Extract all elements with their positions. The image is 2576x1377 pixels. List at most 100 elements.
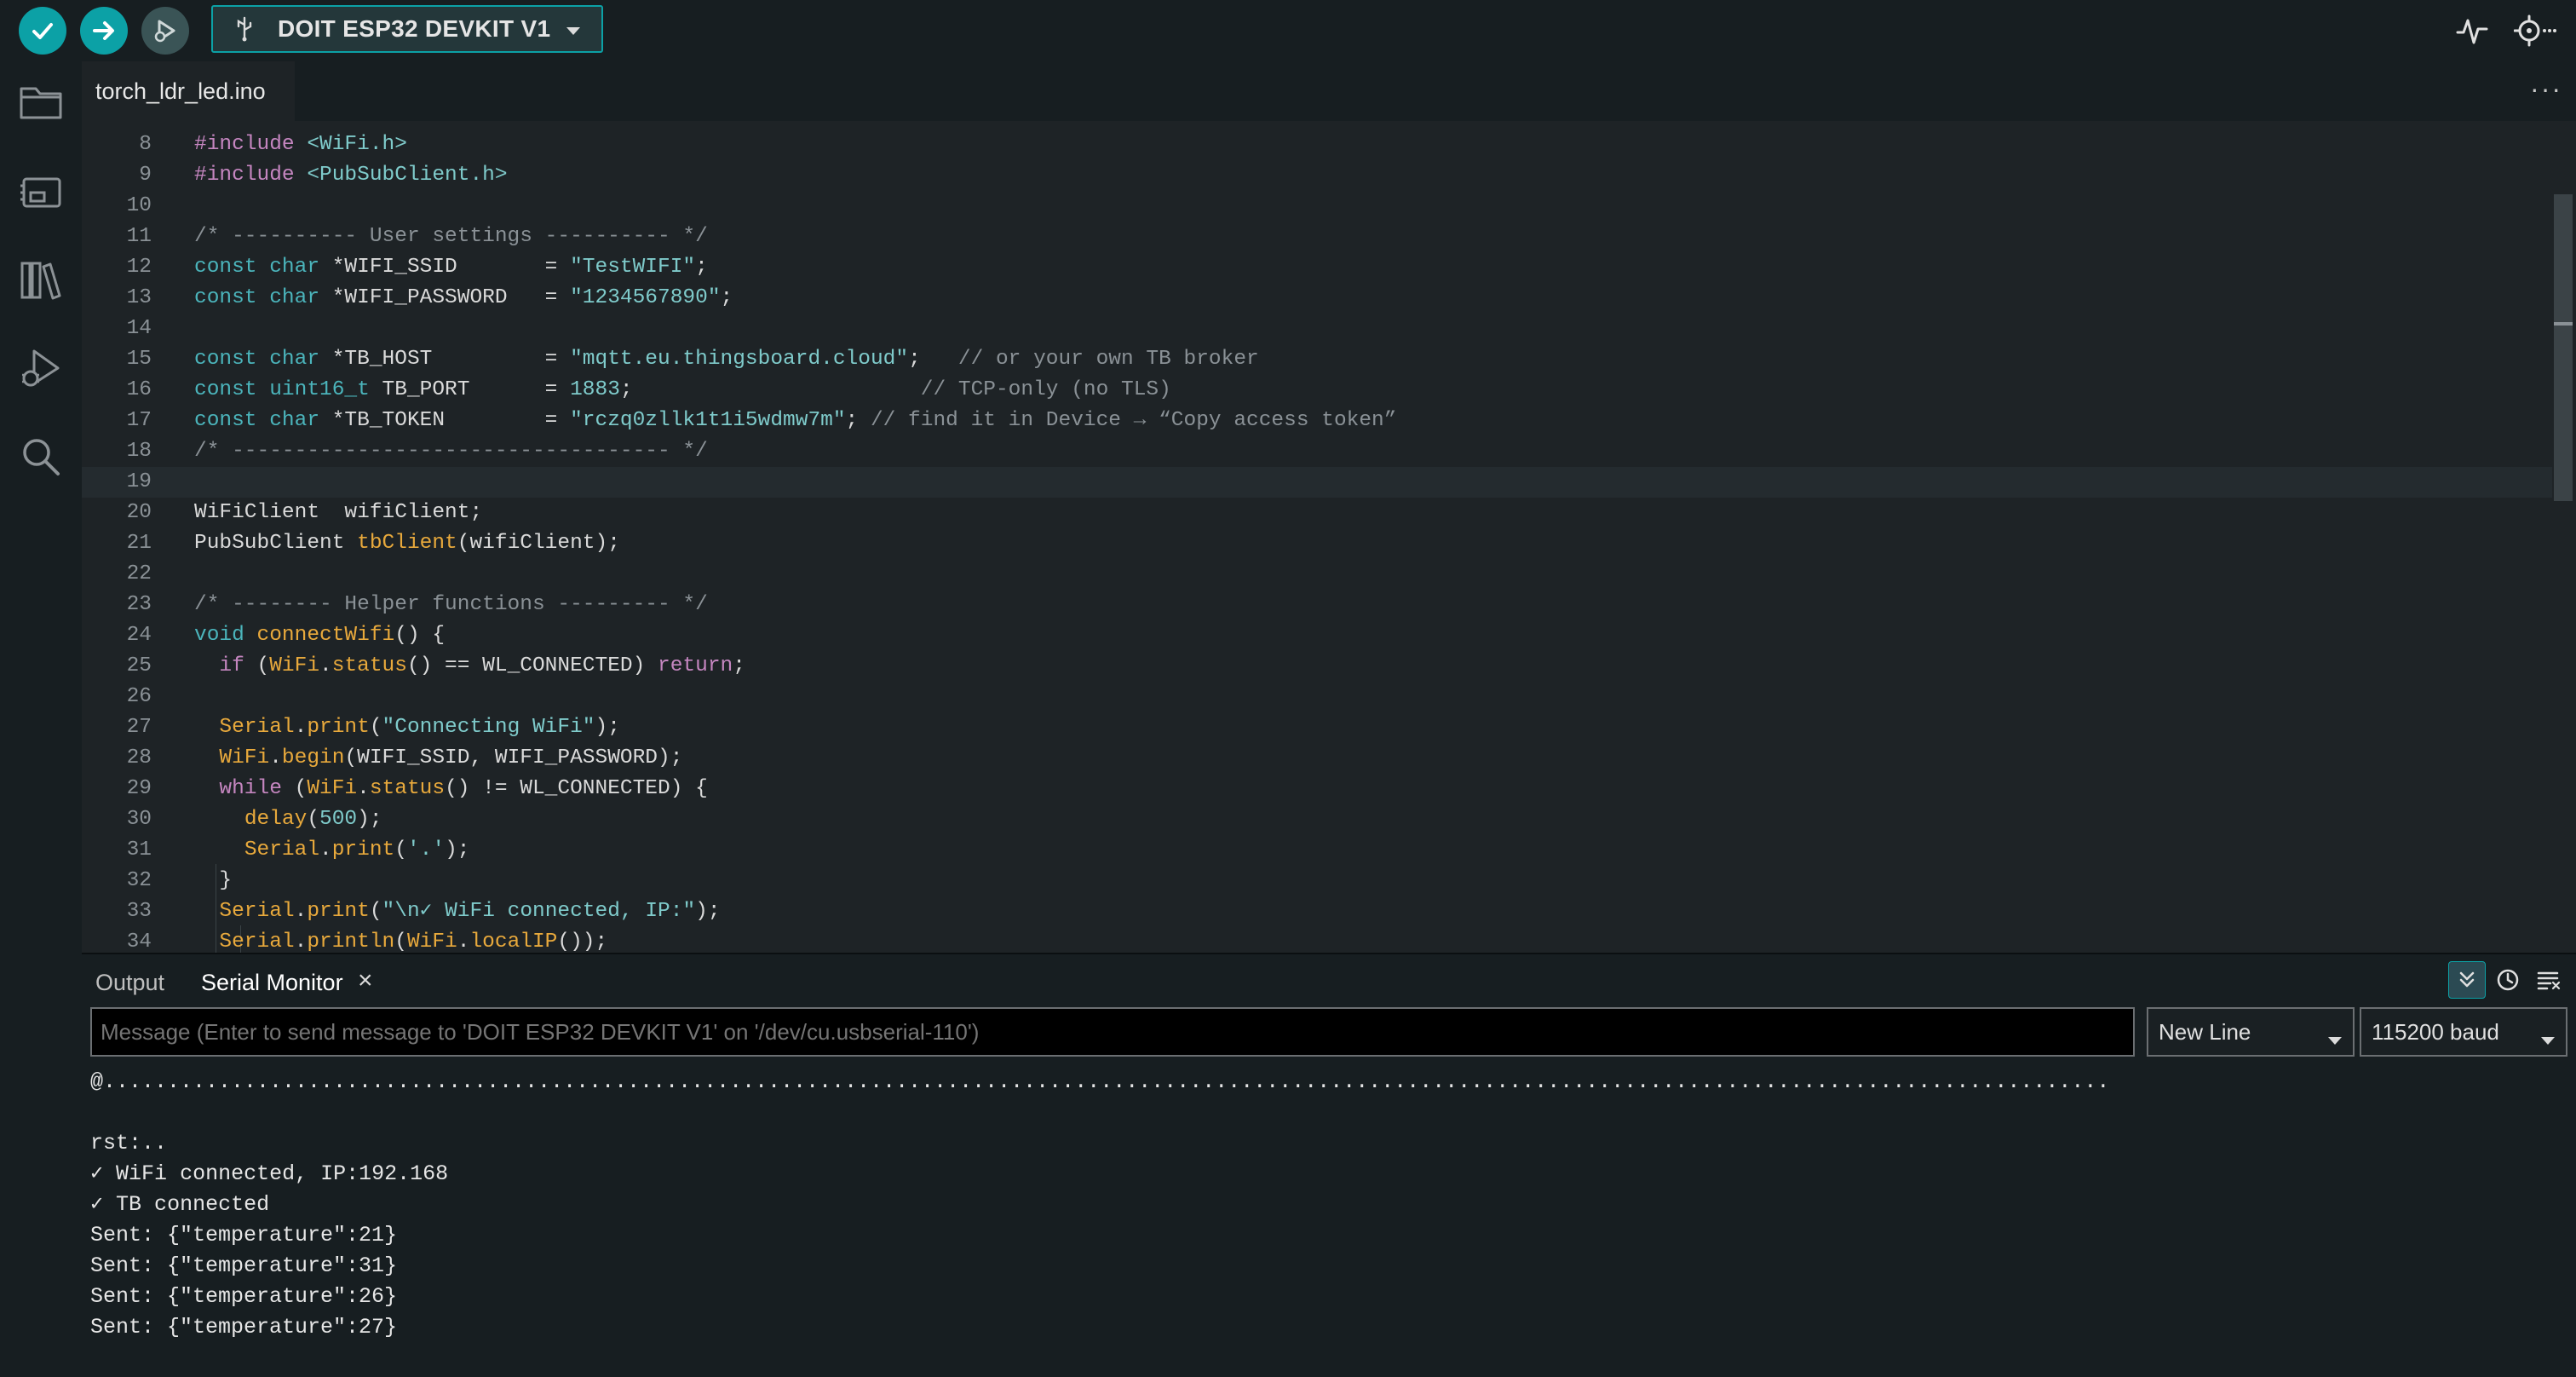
code-editor[interactable]: 8 #include <WiFi.h> 9 #include <PubSubClien… — [82, 121, 2576, 953]
code-text: Serial.print("Connecting WiFi"); — [219, 716, 620, 739]
code-text: Serial.print("\n✓ WiFi connected, IP:"); — [219, 900, 721, 923]
code-line[interactable]: 29 while (WiFi.status() != WL_CONNECTED)… — [82, 774, 2552, 804]
line-number: 25 — [126, 654, 152, 677]
code-text: const char *TB_HOST = "mqtt.eu.thingsboa… — [194, 348, 1259, 371]
line-number: 9 — [139, 164, 152, 187]
activity-bar — [0, 61, 82, 1377]
code-line[interactable]: 20 WiFiClient wifiClient; — [82, 498, 2552, 528]
autoscroll-button[interactable] — [2448, 961, 2486, 999]
code-line[interactable]: 27 Serial.print("Connecting WiFi"); — [82, 712, 2552, 743]
code-line[interactable]: 32 } — [82, 866, 2552, 896]
code-line[interactable]: 33 Serial.print("\n✓ WiFi connected, IP:… — [82, 896, 2552, 927]
line-number: 27 — [126, 716, 152, 739]
code-line[interactable]: 15 const char *TB_HOST = "mqtt.eu.thingsb… — [82, 344, 2552, 375]
tab-serial-monitor[interactable]: Serial Monitor — [201, 970, 343, 996]
search-button[interactable] — [17, 433, 65, 481]
code-line[interactable]: 34 Serial.println(WiFi.localIP()); — [82, 927, 2552, 953]
code-line[interactable]: 17 const char *TB_TOKEN = "rczq0zllk1t1i5… — [82, 406, 2552, 436]
serial-output: @.......................................… — [90, 1067, 2569, 1374]
code-text: Serial.print('.'); — [244, 838, 470, 861]
line-ending-select[interactable]: New Line — [2147, 1007, 2355, 1057]
serial-line: ✓ WiFi connected, IP:192.168 — [90, 1161, 449, 1186]
code-text: PubSubClient tbClient(wifiClient); — [194, 532, 620, 555]
boards-manager-button[interactable] — [17, 169, 65, 216]
verify-button[interactable] — [19, 7, 66, 55]
code-line[interactable]: 24 void connectWifi() { — [82, 620, 2552, 651]
library-manager-button[interactable] — [17, 256, 65, 303]
upload-icon — [93, 21, 114, 40]
line-number: 12 — [126, 256, 152, 279]
code-text: } — [194, 869, 233, 892]
line-number: 34 — [126, 930, 152, 953]
code-line[interactable]: 26 — [82, 682, 2552, 712]
library-icon — [20, 262, 61, 300]
debug-icon — [22, 349, 60, 387]
code-line[interactable]: 21 PubSubClient tbClient(wifiClient); — [82, 528, 2552, 559]
double-chevron-down-icon — [2459, 971, 2475, 988]
code-line[interactable]: 31 Serial.print('.'); — [82, 835, 2552, 866]
code-text: delay(500); — [244, 808, 382, 831]
code-line[interactable]: 23 /* -------- Helper functions ---------… — [82, 590, 2552, 620]
clear-output-button[interactable] — [2530, 961, 2567, 999]
code-line[interactable]: 30 delay(500); — [82, 804, 2552, 835]
code-text: while (WiFi.status() != WL_CONNECTED) { — [219, 777, 708, 800]
code-text: void connectWifi() { — [194, 624, 446, 647]
line-number: 16 — [126, 378, 152, 401]
scrollbar-thumb[interactable] — [2554, 194, 2573, 501]
line-number: 31 — [126, 838, 152, 861]
code-line[interactable]: 10 — [82, 191, 2552, 222]
baud-rate-value: 115200 baud — [2372, 1018, 2499, 1045]
serial-message-input[interactable] — [90, 1007, 2135, 1057]
code-line[interactable]: 25 if (WiFi.status() == WL_CONNECTED) re… — [82, 651, 2552, 682]
code-line[interactable]: 14 — [82, 314, 2552, 344]
line-number: 21 — [126, 532, 152, 555]
line-number: 20 — [126, 501, 152, 524]
code-text: WiFi.begin(WIFI_SSID, WIFI_PASSWORD); — [219, 746, 683, 769]
sketchbook-button[interactable] — [17, 78, 65, 126]
baud-rate-select[interactable]: 115200 baud — [2360, 1007, 2567, 1057]
serial-line: ✓ TB connected — [90, 1192, 270, 1217]
code-text: Serial.println(WiFi.localIP()); — [219, 930, 608, 953]
tab-output[interactable]: Output — [95, 970, 164, 996]
line-ending-value: New Line — [2159, 1018, 2251, 1045]
code-line[interactable]: 18 /* -----------------------------------… — [82, 436, 2552, 467]
tab-torch-ldr-led[interactable]: torch_ldr_led.ino — [82, 61, 295, 121]
search-icon — [23, 439, 60, 475]
clock-icon — [2497, 969, 2519, 991]
line-number: 23 — [126, 593, 152, 616]
line-number: 15 — [126, 348, 152, 371]
editor-scrollbar[interactable] — [2552, 121, 2576, 953]
serial-plotter-button[interactable] — [2453, 12, 2491, 49]
serial-line: rst:.. — [90, 1131, 168, 1155]
line-number: 17 — [126, 409, 152, 432]
tab-label: torch_ldr_led.ino — [95, 78, 266, 104]
more-options-icon[interactable]: ··· — [2530, 73, 2562, 105]
code-line[interactable]: 12 const char *WIFI_SSID = "TestWIFI"; — [82, 252, 2552, 283]
serial-line: Sent: {"temperature":21} — [90, 1223, 398, 1247]
debug-button[interactable] — [141, 7, 189, 55]
code-line[interactable]: 8 #include <WiFi.h> — [82, 130, 2552, 160]
code-text: const char *TB_TOKEN = "rczq0zllk1t1i5wd… — [194, 409, 1397, 432]
code-line[interactable]: 22 — [82, 559, 2552, 590]
line-number: 10 — [126, 194, 152, 217]
debug-panel-button[interactable] — [17, 344, 65, 392]
code-line[interactable]: 28 WiFi.begin(WIFI_SSID, WIFI_PASSWORD); — [82, 743, 2552, 774]
timestamp-button[interactable] — [2489, 961, 2527, 999]
code-line[interactable]: 9 #include <PubSubClient.h> — [82, 160, 2552, 191]
code-line[interactable]: 13 const char *WIFI_PASSWORD = "123456789… — [82, 283, 2552, 314]
serial-line: @.......................................… — [90, 1069, 2110, 1094]
line-number: 19 — [126, 470, 152, 493]
upload-button[interactable] — [80, 7, 128, 55]
chevron-down-icon — [2327, 1026, 2343, 1052]
close-icon[interactable]: × — [358, 966, 373, 995]
line-number: 33 — [126, 900, 152, 923]
code-line[interactable]: 19 — [82, 467, 2552, 498]
line-number: 32 — [126, 869, 152, 892]
code-line[interactable]: 16 const uint16_t TB_PORT = 1883; // TCP-… — [82, 375, 2552, 406]
board-selector[interactable]: DOIT ESP32 DEVKIT V1 — [211, 5, 603, 53]
line-number: 26 — [126, 685, 152, 708]
serial-monitor-button[interactable] — [2513, 12, 2557, 49]
code-line[interactable]: 11 /* ---------- User settings ----------… — [82, 222, 2552, 252]
code-text: /* ----------------------------------- *… — [194, 440, 708, 463]
bottom-panel: Output Serial Monitor × New Line 115200 … — [82, 954, 2576, 1377]
